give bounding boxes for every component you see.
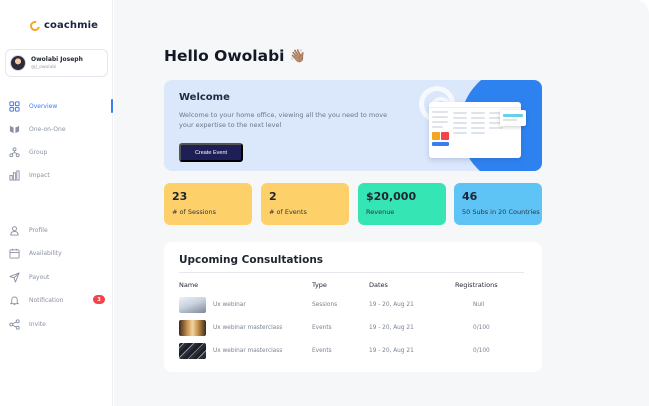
sidebar-item-label: Payout xyxy=(29,273,50,281)
stat-value: 23 xyxy=(172,190,188,203)
create-event-button[interactable]: Create Event xyxy=(179,143,243,162)
event-dates: 19 - 20, Aug 21 xyxy=(369,348,414,354)
send-icon xyxy=(9,271,20,283)
sidebar-item-payout[interactable]: Payout xyxy=(0,270,113,284)
grid-icon xyxy=(9,100,20,112)
table-row[interactable]: Ux webinar masterclass Events 19 - 20, A… xyxy=(164,343,542,361)
sidebar-item-label: Profile xyxy=(29,226,48,234)
brand-logo[interactable]: coachmie xyxy=(28,18,99,33)
app-root: coachmie Owolabi Joseph @J_owolabi Overv… xyxy=(0,0,649,406)
sidebar: coachmie Owolabi Joseph @J_owolabi Overv… xyxy=(0,0,113,406)
section-title: Upcoming Consultations xyxy=(179,254,324,266)
sidebar-item-overview[interactable]: Overview xyxy=(0,99,113,113)
sidebar-item-label: Availability xyxy=(29,249,62,257)
impact-icon xyxy=(9,169,20,181)
page-title: Hello Owolabi 👋🏽 xyxy=(164,47,306,65)
sidebar-item-one-on-one[interactable]: One-on-One xyxy=(0,122,113,136)
preview-card xyxy=(432,142,449,146)
notification-badge: 3 xyxy=(93,295,105,304)
divider xyxy=(179,272,524,273)
sidebar-item-label: Invite xyxy=(29,320,46,328)
event-thumbnail xyxy=(179,297,206,313)
event-type: Events xyxy=(312,348,332,354)
stat-card-events: 2 # of Events xyxy=(261,183,349,225)
sidebar-item-notification[interactable]: Notification 3 xyxy=(0,293,113,307)
stat-card-subscribers: 46 50 Subs in 20 Countries xyxy=(454,183,542,225)
profile-icon xyxy=(9,225,20,236)
column-header-registrations: Registrations xyxy=(455,281,498,289)
event-dates: 19 - 20, Aug 21 xyxy=(369,325,414,331)
active-indicator xyxy=(111,99,113,113)
brand-name: coachmie xyxy=(44,20,99,31)
event-thumbnail xyxy=(179,343,206,359)
bell-icon xyxy=(9,295,20,306)
logo-icon xyxy=(28,18,42,33)
column-header-name: Name xyxy=(179,281,199,289)
event-registrations: 0/100 xyxy=(473,348,490,354)
group-icon xyxy=(9,146,20,158)
preview-card xyxy=(441,132,449,140)
event-name: Ux webinar xyxy=(213,302,246,308)
user-name: Owolabi Joseph xyxy=(31,55,83,63)
sidebar-item-label: Impact xyxy=(29,171,50,179)
welcome-banner: Welcome Welcome to your home office, vie… xyxy=(164,80,542,171)
greeting-text: Hello Owolabi xyxy=(164,47,285,65)
sidebar-item-label: One-on-One xyxy=(29,125,66,133)
event-registrations: 0/100 xyxy=(473,325,490,331)
stat-value: 2 xyxy=(269,190,277,203)
avatar xyxy=(10,55,26,71)
stat-card-revenue: $20,000 Revenue xyxy=(358,183,446,225)
share-icon xyxy=(9,318,20,330)
welcome-text: Welcome to your home office, viewing all… xyxy=(179,111,388,129)
sidebar-item-label: Group xyxy=(29,148,48,156)
sidebar-item-availability[interactable]: Availability xyxy=(0,246,113,260)
main-content: Hello Owolabi 👋🏽 Welcome Welcome to your… xyxy=(114,0,649,406)
welcome-title: Welcome xyxy=(179,92,230,103)
stat-label: # of Events xyxy=(269,208,307,216)
column-header-type: Type xyxy=(312,281,327,289)
user-card[interactable]: Owolabi Joseph @J_owolabi xyxy=(5,49,108,77)
event-type: Events xyxy=(312,325,332,331)
event-name: Ux webinar masterclass xyxy=(213,325,283,331)
user-info: Owolabi Joseph @J_owolabi xyxy=(31,56,83,71)
event-name: Ux webinar masterclass xyxy=(213,348,283,354)
stat-value: $20,000 xyxy=(366,190,417,203)
stat-label: Revenue xyxy=(366,208,395,216)
preview-column xyxy=(471,112,485,154)
table-row[interactable]: Ux webinar masterclass Events 19 - 20, A… xyxy=(164,320,542,338)
preview-header xyxy=(429,102,521,108)
sidebar-item-impact[interactable]: Impact xyxy=(0,168,113,182)
preview-card xyxy=(432,132,440,140)
column-header-dates: Dates xyxy=(369,281,388,289)
sidebar-item-group[interactable]: Group xyxy=(0,145,113,159)
calendar-icon xyxy=(9,248,20,259)
event-type: Sessions xyxy=(312,302,338,308)
table-row[interactable]: Ux webinar Sessions 19 - 20, Aug 21 Null xyxy=(164,297,542,315)
preview-column xyxy=(453,112,467,154)
sidebar-item-label: Overview xyxy=(29,102,58,110)
preview-popover xyxy=(500,110,526,126)
stat-value: 46 xyxy=(462,190,478,203)
sidebar-item-invite[interactable]: Invite xyxy=(0,317,113,331)
user-handle: @J_owolabi xyxy=(31,64,57,70)
event-dates: 19 - 20, Aug 21 xyxy=(369,302,414,308)
stat-label: 50 Subs in 20 Countries xyxy=(462,208,540,216)
waving-hand-icon: 👋🏽 xyxy=(289,48,306,64)
stat-label: # of Sessions xyxy=(172,208,217,216)
stat-card-sessions: 23 # of Sessions xyxy=(164,183,252,225)
upcoming-consultations-panel: Upcoming Consultations Name Type Dates R… xyxy=(164,242,542,372)
sidebar-item-profile[interactable]: Profile xyxy=(0,223,113,237)
event-thumbnail xyxy=(179,320,206,336)
sidebar-item-label: Notification xyxy=(29,296,64,304)
event-registrations: Null xyxy=(473,302,485,308)
one-on-one-icon xyxy=(9,124,20,135)
